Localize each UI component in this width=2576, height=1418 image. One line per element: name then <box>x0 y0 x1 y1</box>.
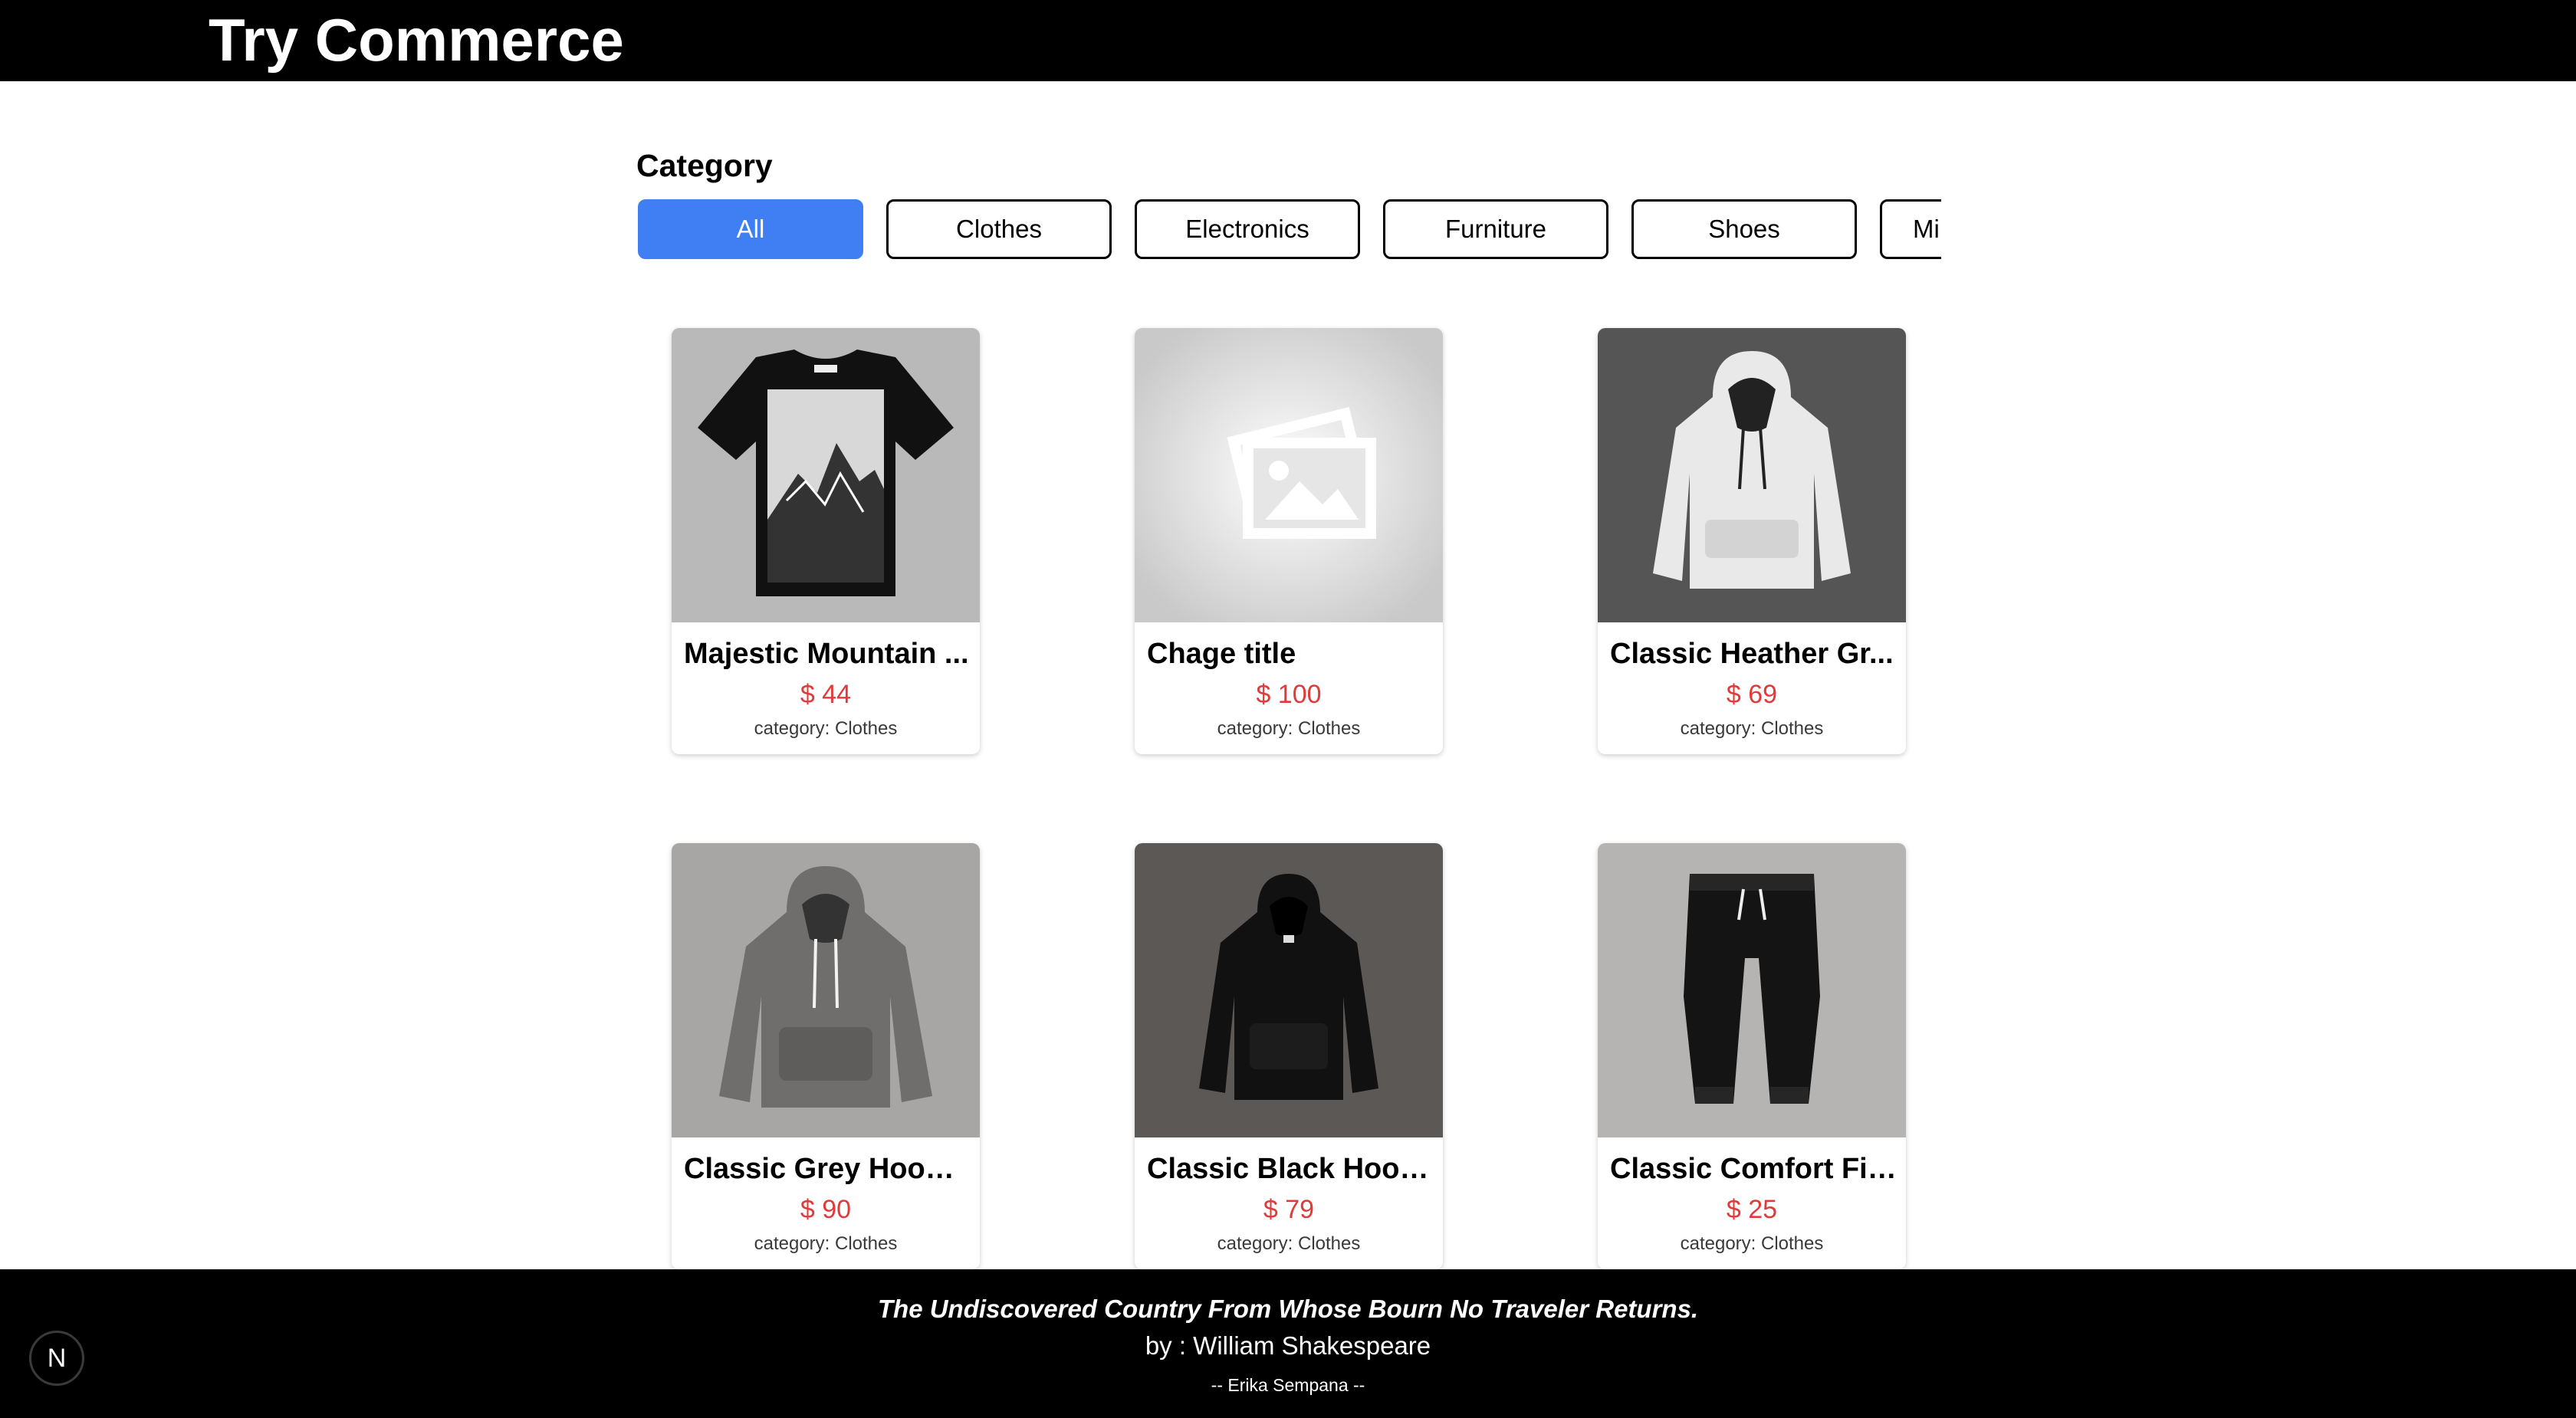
product-image-placeholder[interactable] <box>1135 328 1443 622</box>
chip-shoes[interactable]: Shoes <box>1631 199 1857 259</box>
footer-credit: -- Erika Sempana -- <box>1211 1375 1365 1395</box>
product-price: $ 69 <box>1726 680 1778 709</box>
product-price: $ 100 <box>1256 680 1322 709</box>
product-card[interactable]: Majestic Mountain ... $ 44 category: Clo… <box>672 328 980 754</box>
chip-furniture[interactable]: Furniture <box>1383 199 1608 259</box>
product-name[interactable]: Majestic Mountain ... <box>684 635 971 673</box>
footer-author: by : William Shakespeare <box>1145 1331 1431 1360</box>
product-card[interactable]: Classic Grey Hoode... $ 90 category: Clo… <box>672 843 980 1269</box>
product-name[interactable]: Classic Black Hood... <box>1147 1150 1434 1188</box>
product-category: category: Clothes <box>754 1233 898 1254</box>
product-image-joggers[interactable] <box>1598 843 1906 1137</box>
chip-clothes[interactable]: Clothes <box>886 199 1112 259</box>
product-card[interactable]: Classic Heather Gr... $ 69 category: Clo… <box>1598 328 1906 754</box>
product-name[interactable]: Classic Grey Hoode... <box>684 1150 971 1188</box>
product-category: category: Clothes <box>1217 718 1361 739</box>
product-card[interactable]: Classic Black Hood... $ 79 category: Clo… <box>1135 843 1443 1269</box>
product-price: $ 90 <box>800 1195 852 1224</box>
product-price: $ 79 <box>1263 1195 1315 1224</box>
product-name[interactable]: Classic Comfort Fit... <box>1610 1150 1897 1188</box>
product-image-hoodie-black[interactable] <box>1135 843 1443 1137</box>
brand-title[interactable]: Try Commerce <box>209 3 624 77</box>
product-image-hoodie-white[interactable] <box>1598 328 1906 622</box>
category-heading: Category <box>636 148 773 183</box>
footer-quote: The Undiscovered Country From Whose Bour… <box>877 1295 1699 1323</box>
chip-all[interactable]: All <box>638 199 863 259</box>
category-filter-bar: All Clothes Electronics Furniture Shoes … <box>636 198 1941 264</box>
product-category: category: Clothes <box>1680 1233 1824 1254</box>
product-image-tshirt[interactable] <box>672 328 980 622</box>
product-price: $ 25 <box>1726 1195 1778 1224</box>
product-category: category: Clothes <box>754 718 898 739</box>
product-category: category: Clothes <box>1680 718 1824 739</box>
product-image-hoodie-grey[interactable] <box>672 843 980 1137</box>
product-name[interactable]: Classic Heather Gr... <box>1610 635 1897 673</box>
chip-electronics[interactable]: Electronics <box>1135 199 1360 259</box>
top-bar: Try Commerce <box>0 0 2576 81</box>
product-card[interactable]: Classic Comfort Fit... $ 25 category: Cl… <box>1598 843 1906 1269</box>
nextjs-dev-badge-icon[interactable]: N <box>29 1331 84 1386</box>
product-card[interactable]: Chage title $ 100 category: Clothes <box>1135 328 1443 754</box>
product-category: category: Clothes <box>1217 1233 1361 1254</box>
product-name[interactable]: Chage title <box>1147 635 1434 673</box>
product-price: $ 44 <box>800 680 852 709</box>
chip-more[interactable]: Mi <box>1880 199 1941 259</box>
footer: The Undiscovered Country From Whose Bour… <box>0 1269 2576 1418</box>
